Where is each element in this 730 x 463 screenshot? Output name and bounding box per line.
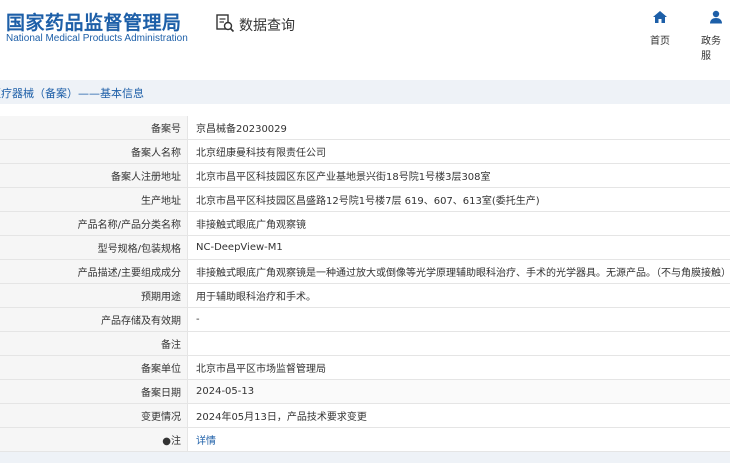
row-value: 用于辅助眼科治疗和手术。 <box>187 283 730 308</box>
table-row: 备案单位 北京市昌平区市场监督管理局 <box>0 355 730 380</box>
data-query-link[interactable]: 数据查询 <box>215 13 295 37</box>
row-value: 北京市昌平区科技园区昌盛路12号院1号楼7层 619、607、613室(委托生产… <box>187 187 730 212</box>
row-value <box>187 331 730 356</box>
details-link[interactable]: 详情 <box>196 436 216 447</box>
record-table: 备案号 京昌械备20230029 备案人名称 北京纽康曼科技有限责任公司 备案人注册… <box>0 116 730 452</box>
table-row: 备案号 京昌械备20230029 <box>0 116 730 140</box>
row-label: 产品描述/主要组成成分 <box>0 259 188 284</box>
table-row: 变更情况 2024年05月13日，产品技术要求变更 <box>0 403 730 428</box>
row-label: 备案人注册地址 <box>0 163 188 188</box>
nav-home[interactable]: 首页 <box>650 9 670 47</box>
site-header: 国家药品监督管理局 National Medical Products Admi… <box>0 0 730 62</box>
row-label: 备案号 <box>0 116 188 140</box>
row-label: 备案人名称 <box>0 139 188 164</box>
table-row: 备案人注册地址 北京市昌平区科技园区东区产业基地景兴街18号院1号楼3层308室 <box>0 163 730 188</box>
site-logo-cn[interactable]: 国家药品监督管理局 <box>6 8 182 35</box>
table-row: 产品描述/主要组成成分 非接触式眼底广角观察镜是一种通过放大或倒像等光学原理辅助眼… <box>0 259 730 284</box>
row-label: 产品存储及有效期 <box>0 307 188 332</box>
row-value: 非接触式眼底广角观察镜是一种通过放大或倒像等光学原理辅助眼科治疗、手术的光学器具… <box>187 259 730 284</box>
table-row: 备案人名称 北京纽康曼科技有限责任公司 <box>0 139 730 164</box>
section-header: 医疗器械（备案）——基本信息 <box>0 80 730 104</box>
nav-home-label: 首页 <box>650 36 670 47</box>
row-value: 2024-05-13 <box>187 379 730 404</box>
row-label: 变更情况 <box>0 403 188 428</box>
row-label: 备案日期 <box>0 379 188 404</box>
row-label: ●注 <box>0 427 188 452</box>
site-logo-en[interactable]: National Medical Products Administration <box>6 33 188 44</box>
home-icon <box>652 9 668 28</box>
user-icon <box>708 9 724 28</box>
row-value: 北京纽康曼科技有限责任公司 <box>187 139 730 164</box>
table-row: 生产地址 北京市昌平区科技园区昌盛路12号院1号楼7层 619、607、613室(… <box>0 187 730 212</box>
row-value: 京昌械备20230029 <box>187 116 730 140</box>
row-value: 北京市昌平区科技园区东区产业基地景兴街18号院1号楼3层308室 <box>187 163 730 188</box>
nav-gov-service[interactable]: 政务服 <box>701 9 730 62</box>
table-row: ●注 详情 <box>0 427 730 452</box>
row-label: 备案单位 <box>0 355 188 380</box>
row-label: 备注 <box>0 331 188 356</box>
row-value: - <box>187 307 730 332</box>
table-row: 备案日期 2024-05-13 <box>0 379 730 404</box>
row-label: 预期用途 <box>0 283 188 308</box>
row-value: NC-DeepView-M1 <box>187 235 730 260</box>
table-row: 预期用途 用于辅助眼科治疗和手术。 <box>0 283 730 308</box>
row-label: 产品名称/产品分类名称 <box>0 211 188 236</box>
row-label: 生产地址 <box>0 187 188 212</box>
table-row: 备注 <box>0 331 730 356</box>
section-title: 医疗器械（备案）——基本信息 <box>0 87 144 100</box>
page-bottom-band <box>0 452 730 463</box>
row-value: 北京市昌平区市场监督管理局 <box>187 355 730 380</box>
data-query-label: 数据查询 <box>239 18 295 34</box>
search-document-icon <box>215 13 235 37</box>
nav-gov-service-label: 政务服 <box>701 36 721 62</box>
row-label: 型号规格/包装规格 <box>0 235 188 260</box>
table-row: 产品名称/产品分类名称 非接触式眼底广角观察镜 <box>0 211 730 236</box>
table-row: 产品存储及有效期 - <box>0 307 730 332</box>
row-value: 2024年05月13日，产品技术要求变更 <box>187 403 730 428</box>
row-value: 非接触式眼底广角观察镜 <box>187 211 730 236</box>
table-row: 型号规格/包装规格 NC-DeepView-M1 <box>0 235 730 260</box>
